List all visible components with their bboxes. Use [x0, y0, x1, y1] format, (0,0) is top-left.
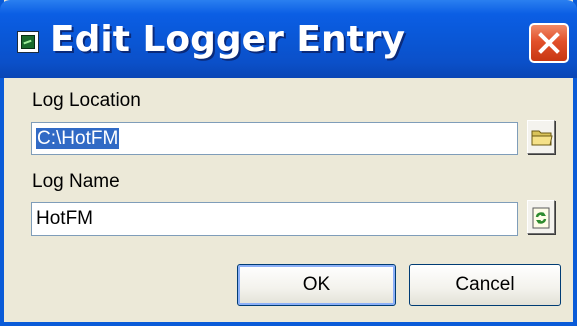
close-button[interactable]	[529, 23, 569, 63]
window-title: Edit Logger Entry	[50, 19, 406, 60]
log-name-value: HotFM	[36, 208, 93, 229]
title-bar[interactable]: Edit Logger Entry	[0, 0, 577, 78]
cancel-button[interactable]: Cancel	[409, 264, 561, 306]
browse-folder-button[interactable]	[527, 120, 555, 154]
log-name-label: Log Name	[32, 171, 120, 192]
folder-icon	[531, 130, 553, 146]
close-icon	[538, 32, 560, 54]
log-name-field[interactable]: HotFM	[31, 202, 518, 236]
ok-button[interactable]: OK	[237, 264, 396, 306]
log-location-value: C:\HotFM	[36, 128, 120, 149]
log-location-field[interactable]: C:\HotFM	[31, 122, 518, 155]
log-location-label: Log Location	[32, 90, 141, 111]
refresh-icon	[532, 207, 550, 229]
refresh-button[interactable]	[527, 200, 555, 234]
logger-app-icon	[17, 31, 39, 53]
